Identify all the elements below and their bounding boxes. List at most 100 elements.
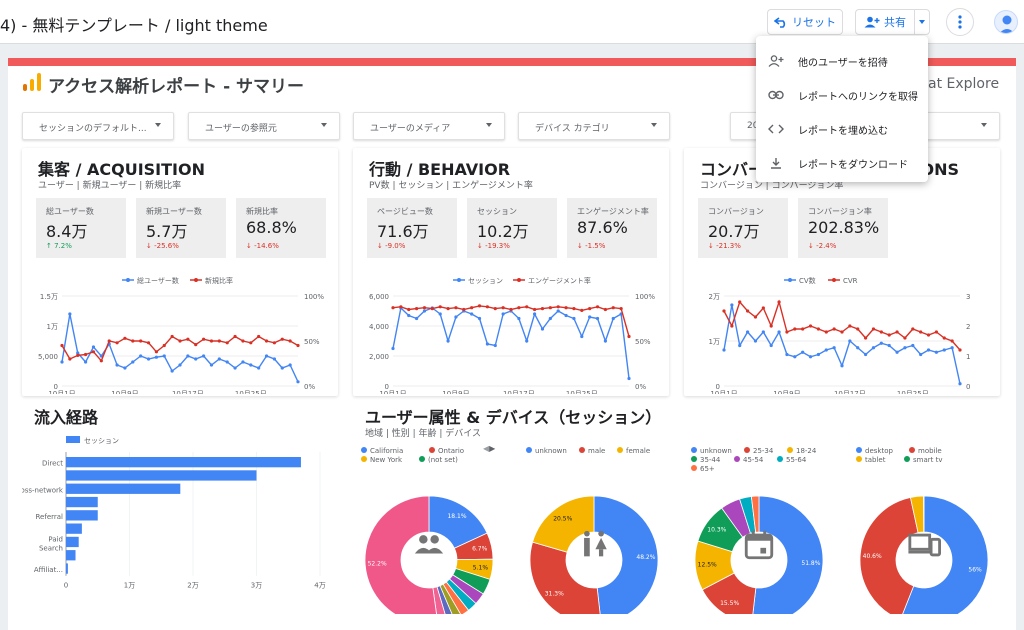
legend-swatch (691, 447, 697, 453)
data-point (840, 330, 844, 334)
x-tick-label: 10月25日 (235, 390, 267, 394)
data-point (422, 306, 427, 310)
more-options-button[interactable] (946, 8, 974, 36)
bar (66, 563, 68, 574)
data-point (761, 306, 765, 310)
data-point (548, 316, 552, 321)
menu-item-invite[interactable]: 他のユーザーを招待 (756, 44, 928, 78)
data-point (288, 339, 292, 343)
menu-item-label: レポートを埋め込む (798, 125, 888, 137)
slice-label: 18.1% (447, 513, 466, 520)
legend-swatch (856, 456, 862, 462)
data-point (832, 327, 836, 331)
filter-source[interactable]: ユーザーの参照元 (188, 112, 340, 140)
data-point (611, 316, 615, 321)
x-tick-label: 10月1日 (379, 390, 406, 394)
data-point (202, 354, 206, 358)
data-point (871, 327, 876, 331)
data-point (194, 357, 198, 361)
x-tick-label: 10月9日 (111, 390, 138, 394)
filter-default-channel[interactable]: セッションのデフォルト... (22, 112, 174, 140)
share-dropdown-button[interactable] (914, 9, 930, 35)
acquisition-subtitle: ユーザー | 新規ユーザー | 新規比率 (38, 181, 182, 191)
menu-item-embed[interactable]: レポートを埋め込む (756, 112, 928, 146)
y-tick-label: 4,000 (369, 323, 389, 331)
bar (66, 536, 79, 548)
data-point (162, 354, 166, 358)
data-point (415, 316, 419, 321)
menu-item-get-link[interactable]: レポートへのリンクを取得 (756, 78, 928, 112)
data-point (99, 359, 103, 363)
data-point (186, 354, 190, 358)
category-label: Affiliat... (34, 566, 63, 574)
series-line (723, 299, 961, 351)
kpi-label: 総ユーザー数 (46, 207, 94, 216)
legend-item: unknown (526, 447, 567, 455)
data-point (178, 339, 182, 343)
caret-down-icon (919, 20, 925, 24)
legend-label: CVR (843, 277, 858, 285)
avatar[interactable] (994, 10, 1018, 34)
legend-marker (517, 278, 521, 282)
filter-medium[interactable]: ユーザーのメディア (353, 112, 505, 140)
legend-swatch (856, 447, 862, 453)
brand-text: at Explore (928, 76, 1000, 92)
kpi-card: エンゲージメント率 87.6% ↓ -1.5% (567, 198, 657, 258)
data-point (801, 350, 805, 354)
kpi-label: 新規比率 (246, 207, 278, 216)
person-add-icon (864, 16, 880, 28)
data-point (785, 352, 789, 357)
kpi-label: 新規ユーザー数 (146, 207, 202, 216)
data-point (746, 330, 750, 334)
legend-label: tablet (865, 456, 886, 464)
data-point (950, 346, 954, 350)
series-line (61, 313, 299, 383)
data-point (233, 366, 237, 370)
data-point (603, 307, 607, 312)
data-point (942, 336, 946, 340)
menu-item-label: 他のユーザーを招待 (798, 57, 888, 69)
data-point (572, 307, 576, 311)
data-point (84, 360, 88, 364)
data-point (202, 337, 206, 341)
data-point (926, 348, 931, 352)
kpi-label: セッション (477, 207, 517, 216)
kpi-label: エンゲージメント率 (577, 207, 649, 216)
data-point (801, 327, 805, 331)
data-point (446, 339, 450, 343)
legend-label: 55-64 (786, 456, 807, 464)
data-point (123, 366, 127, 370)
legend-label: New York (370, 456, 403, 464)
filter-device-category[interactable]: デバイス カテゴリ (518, 112, 670, 140)
legend-label: California (370, 447, 403, 455)
kpi-delta: ↓ -1.5% (577, 242, 606, 250)
data-point (556, 309, 560, 313)
kpi-card: 新規比率 68.8% ↓ -14.6% (236, 198, 326, 258)
bar (66, 550, 76, 561)
data-point (430, 307, 434, 311)
data-point (249, 341, 253, 345)
y2-tick-label: 3 (966, 293, 970, 301)
slice-label: 10.3% (707, 527, 726, 534)
series-line (392, 306, 630, 379)
y2-tick-label: 100% (304, 293, 324, 301)
slice-label: 6.7% (472, 545, 488, 552)
reset-button[interactable]: リセット (767, 9, 843, 35)
data-point (611, 306, 615, 310)
share-menu: 他のユーザーを招待 レポートへのリンクを取得 レポートを埋め込む レポートをダウ… (756, 36, 928, 182)
category-label: Direct (42, 460, 63, 468)
legend-item: セッション (453, 277, 503, 285)
data-point (446, 307, 450, 311)
legend-item: 25-34 (744, 447, 774, 455)
bar (66, 470, 257, 481)
data-point (470, 312, 474, 316)
legend-marker (457, 278, 461, 282)
legend-label: セッション (84, 437, 119, 445)
kpi-value: 202.83% (808, 218, 880, 237)
share-button[interactable]: 共有 (855, 9, 915, 35)
menu-item-label: レポートをダウンロード (798, 159, 908, 171)
kpi-delta: ↓ -9.0% (377, 242, 406, 250)
data-point (91, 345, 96, 349)
menu-item-download[interactable]: レポートをダウンロード (756, 146, 928, 180)
legend-swatch (777, 456, 783, 462)
